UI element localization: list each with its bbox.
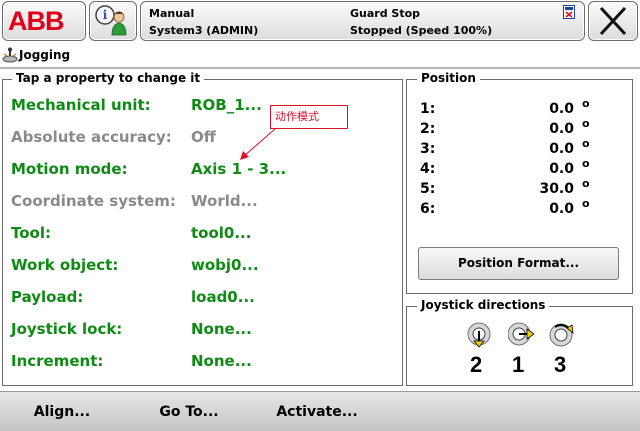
axis-value: 0.0: [549, 121, 574, 137]
property-row-motion-mode[interactable]: Motion mode: Axis 1 - 3...: [0, 156, 390, 182]
property-row-work-object[interactable]: Work object: wobj0...: [0, 252, 390, 278]
property-value: Off: [191, 128, 216, 146]
axis-index: 5:: [420, 181, 436, 197]
joystick-legend: Joystick directions: [417, 298, 550, 312]
controller-state: Stopped (Speed 100%): [350, 24, 493, 37]
degree-unit: o: [582, 137, 590, 150]
joystick-axis-label: 2: [470, 352, 483, 377]
property-value: None...: [191, 320, 252, 338]
joystick-rotate-icon: [549, 323, 574, 347]
safety-state: Guard Stop: [350, 7, 421, 20]
axis-index: 6:: [420, 201, 436, 217]
axis-value: 0.0: [549, 141, 574, 157]
joystick-axis-label: 1: [512, 352, 525, 377]
joystick-axis-label: 3: [554, 352, 567, 377]
user-button[interactable]: i: [89, 1, 137, 41]
property-row-tool[interactable]: Tool: tool0...: [0, 220, 390, 246]
axis-value: 0.0: [549, 161, 574, 177]
svg-text:i: i: [103, 8, 108, 22]
position-row: 6: 0.0 o: [420, 197, 620, 221]
axis-index: 4:: [420, 161, 436, 177]
degree-unit: o: [582, 97, 590, 110]
joystick-right-icon: [508, 322, 534, 346]
axis-index: 1:: [420, 101, 436, 117]
property-value: wobj0...: [191, 256, 259, 274]
property-label: Motion mode:: [11, 160, 128, 178]
degree-unit: o: [582, 117, 590, 130]
page-title: Jogging: [19, 48, 71, 62]
property-value: None...: [191, 352, 252, 370]
position-row: 3: 0.0 o: [420, 137, 620, 161]
annotation-callout: 动作模式: [270, 105, 348, 129]
property-label: Work object:: [11, 256, 119, 274]
operating-mode: Manual: [149, 7, 195, 20]
property-label: Joystick lock:: [11, 320, 123, 338]
property-row-joystick-lock[interactable]: Joystick lock: None...: [0, 316, 390, 342]
degree-unit: o: [582, 197, 590, 210]
property-label: Absolute accuracy:: [11, 128, 172, 146]
annotation-arrow-icon: [240, 128, 276, 160]
property-label: Coordinate system:: [11, 192, 176, 210]
property-row-payload[interactable]: Payload: load0...: [0, 284, 390, 310]
status-bar[interactable]: Manual System3 (ADMIN) Guard Stop Stoppe…: [140, 1, 585, 41]
close-icon: [599, 6, 627, 36]
property-row-coordinate-system: Coordinate system: World...: [0, 188, 390, 214]
go-to-button[interactable]: Go To...: [126, 392, 252, 431]
property-value: ROB_1...: [191, 96, 262, 114]
position-row: 1: 0.0 o: [420, 97, 620, 121]
position-row: 2: 0.0 o: [420, 117, 620, 141]
title-row: Jogging: [0, 44, 640, 68]
position-format-button[interactable]: Position Format...: [418, 247, 619, 280]
property-value: tool0...: [191, 224, 252, 242]
activate-button[interactable]: Activate...: [254, 392, 380, 431]
command-bar: Align... Go To... Activate...: [0, 391, 640, 431]
position-row: 4: 0.0 o: [420, 157, 620, 181]
top-bar: ABB i Manual System3 (ADMIN) Guard Stop …: [0, 0, 640, 44]
axis-index: 3:: [420, 141, 436, 157]
axis-value: 0.0: [549, 101, 574, 117]
property-value: World...: [191, 192, 258, 210]
property-label: Increment:: [11, 352, 104, 370]
axis-index: 2:: [420, 121, 436, 137]
align-button[interactable]: Align...: [0, 392, 124, 431]
axis-value: 30.0: [539, 181, 574, 197]
properties-legend: Tap a property to change it: [12, 71, 205, 85]
property-row-increment[interactable]: Increment: None...: [0, 348, 390, 374]
user-icon: i: [95, 5, 127, 36]
property-value: load0...: [191, 288, 255, 306]
jogging-icon: [2, 47, 18, 63]
title-divider: [0, 67, 640, 69]
abb-logo: ABB: [8, 6, 64, 36]
property-label: Mechanical unit:: [11, 96, 151, 114]
degree-unit: o: [582, 157, 590, 170]
abb-menu-button[interactable]: ABB: [2, 1, 86, 41]
axis-value: 0.0: [549, 201, 574, 217]
close-button[interactable]: [588, 1, 638, 41]
degree-unit: o: [582, 177, 590, 190]
status-indicator-icon: [563, 5, 575, 19]
property-label: Tool:: [11, 224, 51, 242]
position-legend: Position: [417, 71, 480, 85]
joystick-down-icon: [467, 322, 491, 348]
position-row: 5: 30.0 o: [420, 177, 620, 201]
system-name: System3 (ADMIN): [149, 24, 259, 37]
property-label: Payload:: [11, 288, 84, 306]
